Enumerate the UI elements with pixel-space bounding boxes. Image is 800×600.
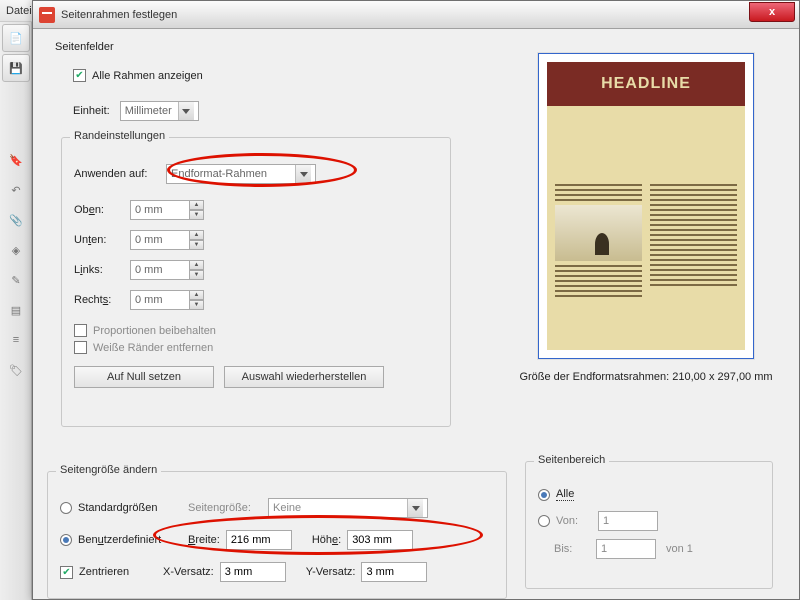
left-label: Links: xyxy=(74,264,130,276)
height-input[interactable]: 303 mm xyxy=(347,530,413,550)
chevron-down-icon xyxy=(407,499,423,517)
unit-select[interactable]: Millimeter xyxy=(120,101,199,121)
top-input[interactable]: 0 mm▲▼ xyxy=(130,200,204,220)
right-input[interactable]: 0 mm▲▼ xyxy=(130,290,204,310)
unit-label: Einheit: xyxy=(73,105,110,117)
toolbar-tag-icon[interactable]: 🏷 xyxy=(2,356,30,384)
remove-white-label: Weiße Ränder entfernen xyxy=(93,342,213,354)
chevron-down-icon xyxy=(178,102,194,120)
revert-button[interactable]: Auswahl wiederherstellen xyxy=(224,366,384,388)
constrain-checkbox[interactable] xyxy=(74,324,87,337)
width-label: Breite: xyxy=(188,534,220,546)
toolbar-undo-icon[interactable]: ↶ xyxy=(2,176,30,204)
apply-to-select[interactable]: Endformat-Rahmen xyxy=(166,164,316,184)
range-all-radio[interactable] xyxy=(538,489,550,501)
dialog-titlebar: Seitenrahmen festlegen x xyxy=(33,1,799,29)
preview-image xyxy=(555,205,642,261)
range-to-input[interactable]: 1 xyxy=(596,539,656,559)
center-label: Zentrieren xyxy=(79,566,163,578)
height-label: Höhe: xyxy=(312,534,341,546)
range-all-label: Alle xyxy=(556,488,574,501)
page-range-group: Seitenbereich Alle Von: 1 Bis: 1 von 1 xyxy=(525,461,773,589)
toolbar-file-icon[interactable]: 💾 xyxy=(2,54,30,82)
xoffset-input[interactable]: 3 mm xyxy=(220,562,286,582)
toolbar-pdf-icon[interactable]: 📄 xyxy=(2,24,30,52)
dialog-title: Seitenrahmen festlegen xyxy=(61,9,749,21)
top-label: Oben: xyxy=(74,204,130,216)
bottom-label: Unten: xyxy=(74,234,130,246)
xoffset-label: X-Versatz: xyxy=(163,566,214,578)
right-label: Rechts: xyxy=(74,294,130,306)
center-checkbox[interactable] xyxy=(60,566,73,579)
seitenfelder-legend: Seitenfelder xyxy=(55,41,114,53)
range-to-label: Bis: xyxy=(554,543,596,555)
close-button[interactable]: x xyxy=(749,2,795,22)
toolbar-pages-icon[interactable]: ▤ xyxy=(2,296,30,324)
toolbar-layers-icon[interactable]: ◈ xyxy=(2,236,30,264)
toolbar-list-icon[interactable]: ≡ xyxy=(2,326,30,354)
custom-radio[interactable] xyxy=(60,534,72,546)
preview-headline: HEADLINE xyxy=(547,62,745,106)
chevron-down-icon xyxy=(295,165,311,183)
apply-to-label: Anwenden auf: xyxy=(74,168,166,180)
page-preview: HEADLINE Größe der Endformatsrahmen: 210… xyxy=(517,53,775,383)
standard-sizes-label: Standardgrößen xyxy=(78,502,188,514)
width-input[interactable]: 216 mm xyxy=(226,530,292,550)
dialog-page-boxes: Seitenrahmen festlegen x Seitenfelder Al… xyxy=(32,0,800,600)
dialog-body: Seitenfelder Alle Rahmen anzeigen Einhei… xyxy=(47,41,785,585)
apply-to-value: Endformat-Rahmen xyxy=(171,165,289,183)
preview-caption: Größe der Endformatsrahmen: 210,00 x 297… xyxy=(517,371,775,383)
page-size-legend: Seitengröße ändern xyxy=(56,464,161,476)
yoffset-label: Y-Versatz: xyxy=(306,566,356,578)
pagesize-label: Seitengröße: xyxy=(188,502,268,514)
margin-settings-group: Randeinstellungen Anwenden auf: Endforma… xyxy=(61,137,451,427)
margin-settings-legend: Randeinstellungen xyxy=(70,130,169,142)
page-thumbnail: HEADLINE xyxy=(538,53,754,359)
range-from-input[interactable]: 1 xyxy=(598,511,658,531)
bottom-input[interactable]: 0 mm▲▼ xyxy=(130,230,204,250)
range-of-label: von 1 xyxy=(666,543,693,555)
page-size-group: Seitengröße ändern Standardgrößen Seiten… xyxy=(47,471,507,599)
page-range-legend: Seitenbereich xyxy=(534,454,609,466)
unit-select-value: Millimeter xyxy=(125,102,172,120)
spinner-down-icon: ▼ xyxy=(190,210,204,220)
pagesize-value: Keine xyxy=(273,499,401,517)
range-from-label: Von: xyxy=(556,515,598,527)
toolbar-sign-icon[interactable]: ✎ xyxy=(2,266,30,294)
show-all-frames-checkbox[interactable] xyxy=(73,69,86,82)
toolbar-attach-icon[interactable]: 📎 xyxy=(2,206,30,234)
remove-white-checkbox[interactable] xyxy=(74,341,87,354)
custom-label: Benutzerdefiniert xyxy=(78,534,188,546)
constrain-label: Proportionen beibehalten xyxy=(93,325,216,337)
yoffset-input[interactable]: 3 mm xyxy=(361,562,427,582)
pagesize-select[interactable]: Keine xyxy=(268,498,428,518)
range-from-radio[interactable] xyxy=(538,515,550,527)
app-icon xyxy=(39,7,55,23)
left-toolbar: 📄 💾 🔖 ↶ 📎 ◈ ✎ ▤ ≡ 🏷 xyxy=(0,22,32,600)
toolbar-bookmark-icon[interactable]: 🔖 xyxy=(2,146,30,174)
menu-file[interactable]: Datei xyxy=(6,5,32,17)
spinner-up-icon: ▲ xyxy=(190,200,204,210)
standard-sizes-radio[interactable] xyxy=(60,502,72,514)
reset-button[interactable]: Auf Null setzen xyxy=(74,366,214,388)
show-all-frames-label: Alle Rahmen anzeigen xyxy=(92,70,203,82)
left-input[interactable]: 0 mm▲▼ xyxy=(130,260,204,280)
